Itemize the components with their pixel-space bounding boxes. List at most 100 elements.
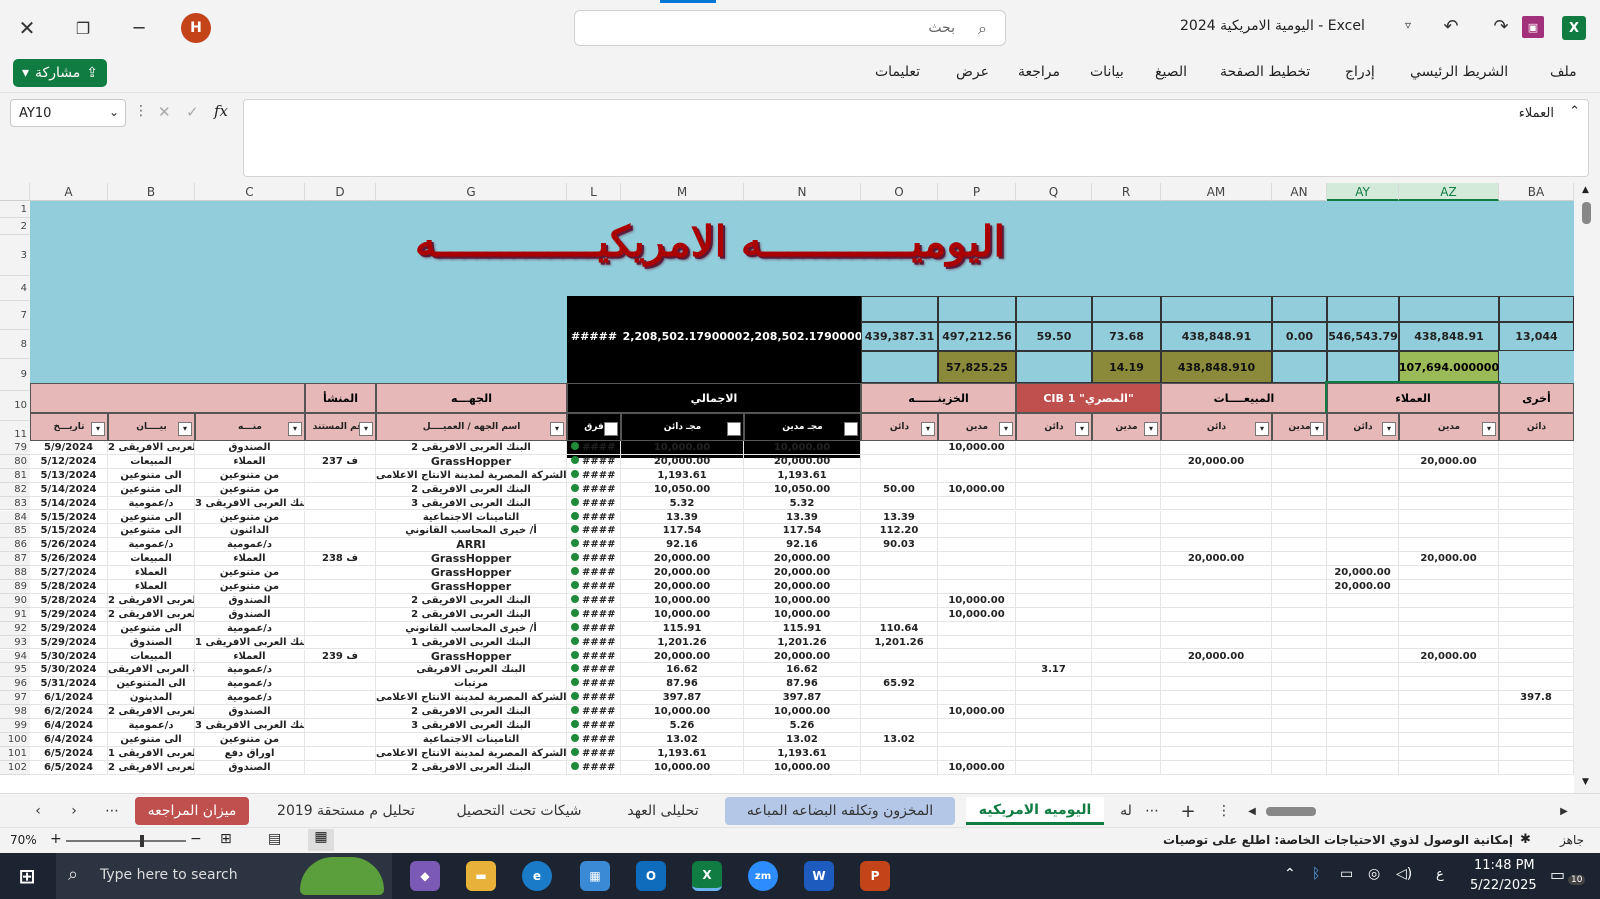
cell-ay[interactable] bbox=[1327, 732, 1399, 747]
cell-m[interactable]: 117.54 bbox=[621, 524, 744, 539]
filter-header-am[interactable]: دائن ▾ bbox=[1161, 413, 1272, 441]
cell-a[interactable]: 5/9/2024 bbox=[30, 441, 108, 455]
restore-icon[interactable]: ❐ bbox=[70, 16, 96, 40]
cell-n[interactable]: 1,201.26 bbox=[744, 635, 861, 650]
cell-a[interactable]: 5/28/2024 bbox=[30, 580, 108, 594]
cell-c[interactable]: د/عمومية bbox=[195, 538, 305, 553]
cell-ba[interactable] bbox=[1499, 746, 1574, 761]
avatar[interactable]: H bbox=[181, 13, 211, 43]
column-header-c[interactable]: C bbox=[195, 183, 305, 201]
cell-m[interactable]: 13.39 bbox=[621, 510, 744, 525]
diff-cell[interactable]: #### bbox=[567, 719, 621, 733]
cell-o[interactable] bbox=[861, 468, 938, 483]
filter-header-b[interactable]: بيــــان ▾ bbox=[108, 413, 195, 441]
cell-ba[interactable] bbox=[1499, 760, 1574, 775]
cell-ay[interactable] bbox=[1327, 663, 1399, 678]
cell-g[interactable]: البنك العربى الافريقى 2 bbox=[376, 705, 567, 719]
cell-an[interactable] bbox=[1272, 635, 1327, 650]
cell-q[interactable] bbox=[1016, 593, 1092, 608]
cell-a[interactable]: 5/29/2024 bbox=[30, 621, 108, 636]
cell-a[interactable]: 5/26/2024 bbox=[30, 552, 108, 567]
prev-sheet-icon[interactable]: ‹ bbox=[28, 797, 48, 825]
cell-c[interactable]: الصندوق bbox=[195, 441, 305, 455]
cell-c[interactable]: د/عمومية bbox=[195, 677, 305, 692]
filter-header-o[interactable]: دائن ▾ bbox=[861, 413, 938, 441]
cell-az[interactable] bbox=[1399, 538, 1499, 553]
cell-m[interactable]: 10,000.00 bbox=[621, 441, 744, 455]
cell-ay[interactable] bbox=[1327, 538, 1399, 553]
tab-data[interactable]: بيانات bbox=[1090, 64, 1124, 80]
row-header[interactable]: 90 bbox=[0, 593, 30, 608]
cell-q[interactable] bbox=[1016, 746, 1092, 761]
cell-o[interactable]: 90.03 bbox=[861, 538, 938, 553]
row-header[interactable]: 80 bbox=[0, 454, 30, 469]
cell-ay[interactable] bbox=[1327, 649, 1399, 664]
cell-b[interactable]: البنك العربى الافريقى 2 bbox=[108, 593, 195, 608]
cell-a[interactable]: 6/1/2024 bbox=[30, 691, 108, 706]
cell-m[interactable]: 10,000.00 bbox=[621, 705, 744, 719]
cell-c[interactable]: الصندوق bbox=[195, 760, 305, 775]
filter-dropdown-icon[interactable]: ▾ bbox=[550, 422, 564, 436]
cell-o[interactable] bbox=[861, 691, 938, 706]
cell-am[interactable] bbox=[1161, 691, 1272, 706]
cell-o[interactable]: 50.00 bbox=[861, 482, 938, 497]
cell-o[interactable]: 1,201.26 bbox=[861, 635, 938, 650]
more-sheets-icon[interactable]: ⋯ bbox=[1142, 797, 1162, 825]
cell-q[interactable] bbox=[1016, 649, 1092, 664]
row-header[interactable]: 87 bbox=[0, 552, 30, 567]
cell-am[interactable] bbox=[1161, 760, 1272, 775]
cell-p[interactable] bbox=[938, 468, 1016, 483]
cell-r[interactable] bbox=[1092, 566, 1161, 580]
battery-icon[interactable]: ▭ bbox=[1340, 866, 1353, 882]
diff-cell[interactable]: #### bbox=[567, 691, 621, 706]
cell-b[interactable]: البنك العربى الافريقى 2 bbox=[108, 607, 195, 622]
cell-n[interactable]: 10,000.00 bbox=[744, 705, 861, 719]
filter-header-ba[interactable]: دائن bbox=[1499, 413, 1574, 441]
row9-cell-o[interactable] bbox=[861, 351, 938, 383]
cell-r[interactable] bbox=[1092, 732, 1161, 747]
cell-r[interactable] bbox=[1092, 538, 1161, 553]
tab-custody[interactable]: تحليلى العهد bbox=[610, 797, 716, 825]
cell-n[interactable]: 397.87 bbox=[744, 691, 861, 706]
cell-d[interactable] bbox=[305, 482, 376, 497]
cell-an[interactable] bbox=[1272, 510, 1327, 525]
cell-p[interactable] bbox=[938, 580, 1016, 594]
cell-az[interactable] bbox=[1399, 760, 1499, 775]
cell-p[interactable] bbox=[938, 663, 1016, 678]
cell-ba[interactable] bbox=[1499, 705, 1574, 719]
cell-az[interactable] bbox=[1399, 441, 1499, 455]
cell-c[interactable]: من متنوعين bbox=[195, 732, 305, 747]
cell-n[interactable]: 20,000.00 bbox=[744, 580, 861, 594]
cell-o[interactable] bbox=[861, 496, 938, 511]
cell-an[interactable] bbox=[1272, 496, 1327, 511]
column-header-m[interactable]: M bbox=[621, 183, 744, 201]
cell-r[interactable] bbox=[1092, 663, 1161, 678]
tab-inventory[interactable]: المخزون وتكلفه البضاعه المباعه bbox=[725, 797, 955, 825]
cell-p[interactable] bbox=[938, 621, 1016, 636]
filter-dropdown-icon[interactable]: ▾ bbox=[1075, 422, 1089, 436]
horizontal-scroll-thumb[interactable] bbox=[1266, 807, 1316, 816]
cell-ay[interactable] bbox=[1327, 524, 1399, 539]
diff-cell[interactable]: #### bbox=[567, 552, 621, 567]
total-cell-an[interactable]: 0.00 bbox=[1272, 322, 1327, 351]
excel-icon[interactable]: X bbox=[692, 861, 722, 891]
clock-date[interactable]: 5/22/2025 bbox=[1470, 878, 1537, 893]
cell-az[interactable] bbox=[1399, 496, 1499, 511]
row-header[interactable]: 4 bbox=[0, 276, 30, 301]
cell-ay[interactable] bbox=[1327, 496, 1399, 511]
cell-g[interactable]: ARRI bbox=[376, 538, 567, 553]
notifications-icon[interactable]: ▭ bbox=[1550, 865, 1565, 884]
column-header-a[interactable]: A bbox=[30, 183, 108, 201]
page-layout-view-icon[interactable]: ▤ bbox=[268, 831, 281, 847]
edge-icon[interactable]: e bbox=[522, 861, 552, 891]
cell-ba[interactable] bbox=[1499, 482, 1574, 497]
cell-q[interactable] bbox=[1016, 524, 1092, 539]
cell-n[interactable]: 10,000.00 bbox=[744, 760, 861, 775]
cell-ba[interactable] bbox=[1499, 566, 1574, 580]
cell-an[interactable] bbox=[1272, 677, 1327, 692]
cell-an[interactable] bbox=[1272, 524, 1327, 539]
cell-a[interactable]: 5/15/2024 bbox=[30, 524, 108, 539]
cell-b[interactable]: الصندوق bbox=[108, 635, 195, 650]
function-icon[interactable]: fx bbox=[214, 102, 228, 120]
cell-n[interactable]: 20,000.00 bbox=[744, 649, 861, 664]
